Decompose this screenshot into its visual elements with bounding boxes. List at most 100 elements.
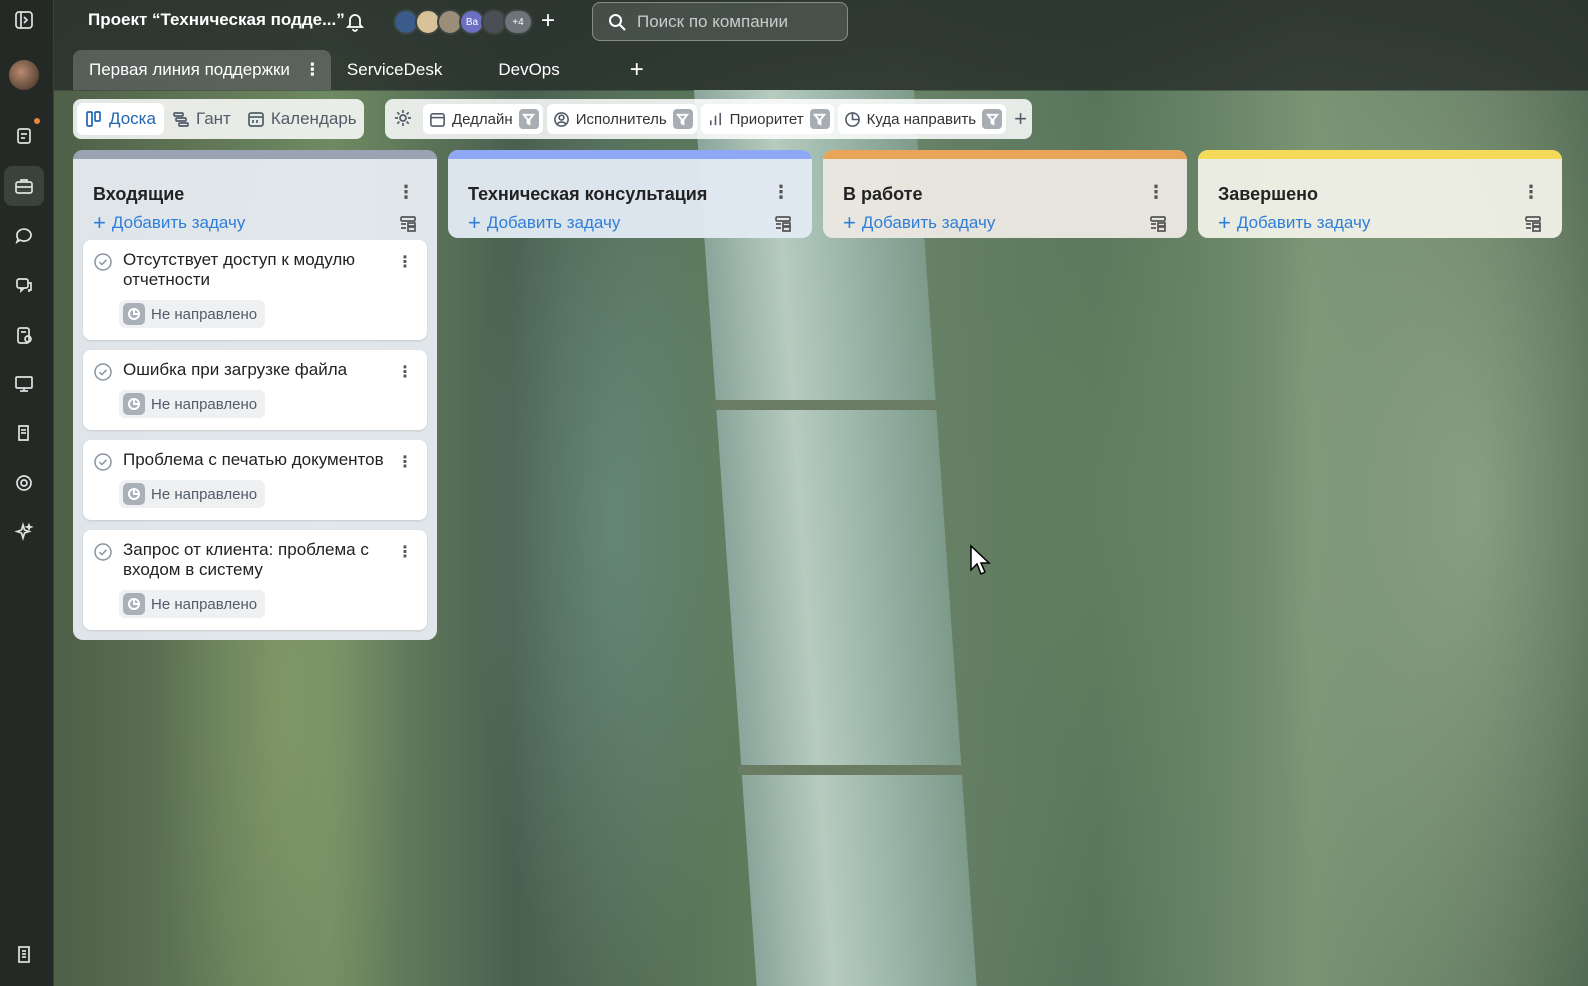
filter-label: Приоритет <box>729 110 804 128</box>
project-title[interactable]: Проект “Техническая подде...” <box>88 10 345 30</box>
search-icon <box>609 13 626 31</box>
column-settings-icon[interactable] <box>774 215 792 233</box>
user-avatar[interactable] <box>9 60 39 90</box>
funnel-icon[interactable] <box>809 109 830 129</box>
add-task-label: Добавить задачу <box>486 213 621 232</box>
funnel-icon[interactable] <box>672 109 693 129</box>
add-task-button[interactable]: + Добавить задачу <box>1218 210 1371 235</box>
projects-icon[interactable] <box>4 166 44 206</box>
view-calendar[interactable]: Календарь <box>239 103 365 135</box>
route-status-badge[interactable]: Не направлено <box>119 480 266 508</box>
route-status-label: Не направлено <box>151 595 258 613</box>
view-gantt[interactable]: Гант <box>164 103 239 135</box>
column-title[interactable]: Входящие <box>93 184 184 205</box>
messages-icon[interactable] <box>4 265 44 305</box>
column-title[interactable]: В работе <box>843 184 923 205</box>
chat-icon[interactable] <box>4 215 44 255</box>
tab-label: Первая линия поддержки <box>89 60 290 79</box>
column-menu-icon[interactable]: ⋮ <box>772 183 790 201</box>
plus-icon: + <box>468 210 481 235</box>
task-title[interactable]: Проблема с печатью документов <box>123 450 387 470</box>
mouse-cursor-icon <box>970 544 991 576</box>
add-member-button[interactable]: + <box>541 8 555 34</box>
support-icon[interactable] <box>4 463 44 503</box>
column-header: В работе ⋮ + Добавить задачу <box>823 159 1187 238</box>
view-label: Календарь <box>270 109 357 128</box>
board-column: Входящие ⋮ + Добавить задачу Отсутствует… <box>73 150 437 640</box>
task-card[interactable]: Запрос от клиента: проблема с входом в с… <box>83 530 427 630</box>
route-status-badge[interactable]: Не направлено <box>119 590 266 618</box>
search-input[interactable] <box>637 11 837 32</box>
column-header: Техническая консультация ⋮ + Добавить за… <box>448 159 812 238</box>
add-filter-button[interactable]: + <box>1014 108 1027 130</box>
filter-label: Куда направить <box>866 110 977 128</box>
project-members[interactable]: Ва +4 <box>393 9 533 35</box>
tasks-icon[interactable] <box>4 315 44 355</box>
notification-dot <box>34 118 40 124</box>
column-settings-icon[interactable] <box>1149 215 1167 233</box>
filter-label: Дедлайн <box>452 110 513 128</box>
funnel-icon[interactable] <box>518 109 539 129</box>
tab-servicedesk[interactable]: ServiceDesk <box>331 50 458 90</box>
tab-devops[interactable]: DevOps <box>458 50 575 90</box>
view-label: Гант <box>195 109 231 128</box>
add-task-button[interactable]: + Добавить задачу <box>93 210 246 235</box>
ai-sparkle-icon[interactable] <box>4 512 44 552</box>
task-card[interactable]: Проблема с печатью документов ⋮ Не напра… <box>83 440 427 520</box>
add-task-label: Добавить задачу <box>111 213 246 232</box>
check-circle-icon[interactable] <box>93 452 113 472</box>
column-title[interactable]: Техническая консультация <box>468 184 707 205</box>
task-card[interactable]: Ошибка при загрузке файла ⋮ Не направлен… <box>83 350 427 430</box>
filter-route[interactable]: Куда направить <box>837 104 1007 134</box>
plus-icon: + <box>93 210 106 235</box>
column-settings-icon[interactable] <box>1524 215 1542 233</box>
column-color-bar <box>823 150 1187 159</box>
plus-icon: + <box>1218 210 1231 235</box>
tab-menu-icon[interactable]: ⋮ <box>304 60 321 80</box>
pie-icon <box>123 483 145 505</box>
task-menu-icon[interactable]: ⋮ <box>397 452 413 472</box>
tab-first-line[interactable]: Первая линия поддержки ⋮ <box>73 50 331 90</box>
left-sidebar <box>0 0 54 986</box>
task-menu-icon[interactable]: ⋮ <box>397 252 413 272</box>
check-circle-icon[interactable] <box>93 362 113 382</box>
task-menu-icon[interactable]: ⋮ <box>397 542 413 562</box>
view-label: Доска <box>109 109 156 128</box>
add-tab-button[interactable]: + <box>616 50 658 90</box>
add-task-button[interactable]: + Добавить задачу <box>843 212 995 234</box>
more-members-badge[interactable]: +4 <box>503 9 533 35</box>
route-status-label: Не направлено <box>151 395 258 413</box>
task-title[interactable]: Отсутствует доступ к модулю отчетности <box>123 250 387 290</box>
presentation-icon[interactable] <box>4 364 44 404</box>
filter-priority[interactable]: Приоритет <box>700 104 834 134</box>
task-title[interactable]: Ошибка при загрузке файла <box>123 360 387 380</box>
column-color-bar <box>73 150 437 159</box>
column-settings-icon[interactable] <box>399 215 417 233</box>
add-task-button[interactable]: + Добавить задачу <box>468 210 621 235</box>
company-icon[interactable] <box>4 934 44 974</box>
route-status-badge[interactable]: Не направлено <box>119 390 266 418</box>
column-title[interactable]: Завершено <box>1218 184 1318 205</box>
column-menu-icon[interactable]: ⋮ <box>397 183 415 201</box>
task-title[interactable]: Запрос от клиента: проблема с входом в с… <box>123 540 387 580</box>
bar-chart-icon <box>709 112 721 125</box>
gear-icon[interactable] <box>393 108 413 130</box>
sidebar-toggle-icon[interactable] <box>4 0 44 40</box>
check-circle-icon[interactable] <box>93 542 113 562</box>
route-status-label: Не направлено <box>151 485 258 503</box>
task-menu-icon[interactable]: ⋮ <box>397 362 413 382</box>
route-status-badge[interactable]: Не направлено <box>119 300 266 328</box>
filter-assignee[interactable]: Исполнитель <box>546 104 697 134</box>
funnel-icon[interactable] <box>982 109 1003 129</box>
view-board[interactable]: Доска <box>77 103 164 135</box>
bell-icon[interactable] <box>344 10 366 32</box>
column-menu-icon[interactable]: ⋮ <box>1147 183 1165 201</box>
task-card[interactable]: Отсутствует доступ к модулю отчетности ⋮… <box>83 240 427 340</box>
add-task-label: Добавить задачу <box>1236 213 1371 232</box>
check-circle-icon[interactable] <box>93 252 113 272</box>
pie-icon <box>123 393 145 415</box>
search-box[interactable] <box>592 2 848 41</box>
documents-icon[interactable] <box>4 413 44 453</box>
column-menu-icon[interactable]: ⋮ <box>1522 183 1540 201</box>
filter-deadline[interactable]: Дедлайн <box>423 104 543 134</box>
